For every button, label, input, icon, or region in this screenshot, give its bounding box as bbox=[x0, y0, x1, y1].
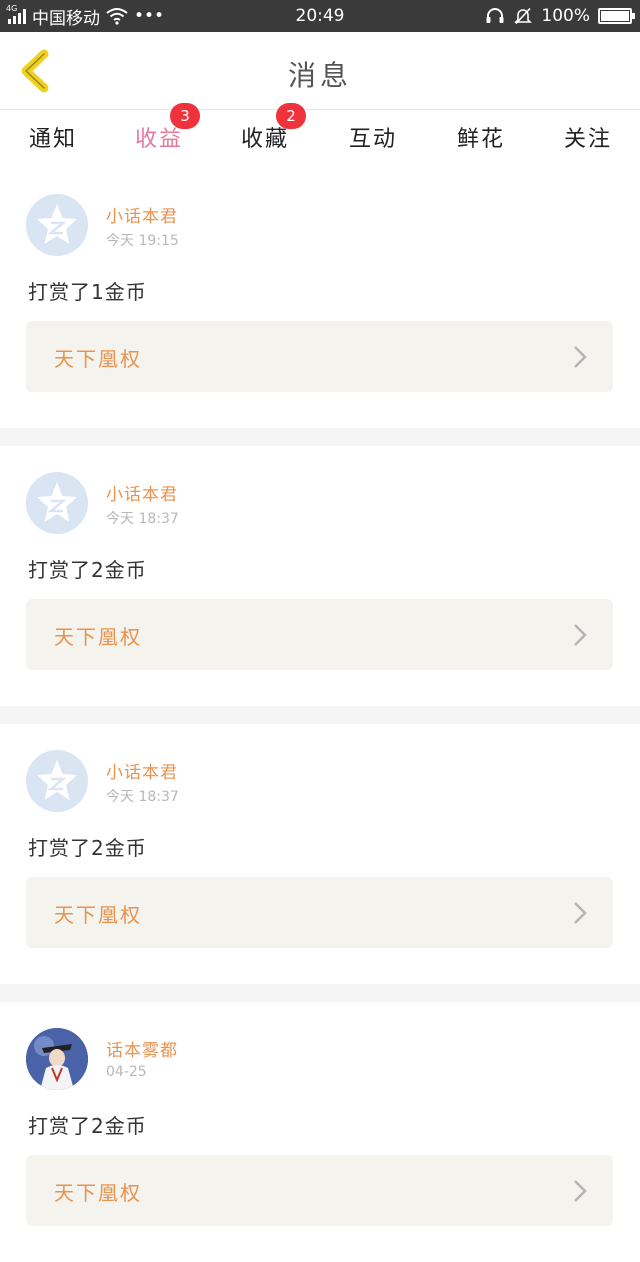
avatar[interactable] bbox=[26, 194, 88, 256]
message-text: 打赏了2金币 bbox=[28, 1114, 147, 1138]
divider bbox=[0, 706, 640, 724]
list-item: 话本雾都 04-25 打赏了2金币 天下凰权 bbox=[0, 1002, 640, 1262]
battery-percent: 100% bbox=[541, 6, 590, 26]
avatar[interactable] bbox=[26, 750, 88, 812]
username-link[interactable]: 小话本君 bbox=[106, 758, 178, 783]
tab-label: 互动 bbox=[348, 127, 397, 152]
tab-bar: 通知 收益 3 收藏 2 互动 鲜花 关注 bbox=[0, 103, 640, 175]
tab-label: 收藏 bbox=[240, 127, 289, 152]
tab-interactions[interactable]: 互动 bbox=[328, 121, 418, 165]
message-text: 打赏了2金币 bbox=[28, 836, 147, 860]
status-bar: 4G 中国移动 ••• 20:49 100% bbox=[0, 0, 640, 32]
list-item: 小话本君 今天 19:15 打赏了1金币 天下凰权 bbox=[0, 168, 640, 428]
unread-badge: 2 bbox=[276, 103, 306, 129]
qzone-star-icon bbox=[26, 194, 88, 256]
book-link[interactable]: 天下凰权 bbox=[26, 599, 613, 670]
list-item: 小话本君 今天 18:37 打赏了2金币 天下凰权 bbox=[0, 446, 640, 706]
chevron-right-icon bbox=[574, 624, 587, 646]
unread-badge: 3 bbox=[170, 103, 200, 129]
user-photo-icon bbox=[26, 1028, 88, 1090]
timestamp: 今天 18:37 bbox=[106, 789, 179, 805]
headset-icon bbox=[486, 8, 504, 23]
bell-muted-icon bbox=[514, 7, 533, 25]
tab-label: 通知 bbox=[28, 127, 77, 152]
list-item: 小话本君 今天 18:37 打赏了2金币 天下凰权 bbox=[0, 724, 640, 984]
chevron-right-icon bbox=[574, 902, 587, 924]
tab-label: 收益 bbox=[134, 127, 183, 152]
tab-flowers[interactable]: 鲜花 bbox=[436, 121, 526, 165]
chevron-right-icon bbox=[574, 346, 587, 368]
book-title: 天下凰权 bbox=[54, 1181, 142, 1205]
tab-notifications[interactable]: 通知 bbox=[8, 121, 98, 165]
timestamp: 04-25 bbox=[106, 1064, 147, 1080]
book-link[interactable]: 天下凰权 bbox=[26, 321, 613, 392]
tab-label: 鲜花 bbox=[456, 127, 505, 152]
book-title: 天下凰权 bbox=[54, 625, 142, 649]
divider bbox=[0, 428, 640, 446]
book-title: 天下凰权 bbox=[54, 903, 142, 927]
avatar[interactable] bbox=[26, 472, 88, 534]
username-link[interactable]: 话本雾都 bbox=[106, 1036, 178, 1061]
username-link[interactable]: 小话本君 bbox=[106, 480, 178, 505]
battery-icon bbox=[598, 8, 635, 24]
tab-favorites[interactable]: 收藏 2 bbox=[220, 103, 310, 165]
avatar[interactable] bbox=[26, 1028, 88, 1090]
timestamp: 今天 19:15 bbox=[106, 233, 179, 249]
chevron-right-icon bbox=[574, 1180, 587, 1202]
qzone-star-icon bbox=[26, 472, 88, 534]
message-text: 打赏了2金币 bbox=[28, 558, 147, 582]
tab-label: 关注 bbox=[563, 127, 612, 152]
message-text: 打赏了1金币 bbox=[28, 280, 147, 304]
message-feed: 小话本君 今天 19:15 打赏了1金币 天下凰权 小话本君 今天 18:37 … bbox=[0, 168, 640, 1262]
page-title: 消息 bbox=[287, 59, 352, 92]
username-link[interactable]: 小话本君 bbox=[106, 202, 178, 227]
nav-bar: 消息 bbox=[0, 32, 640, 110]
tab-earnings[interactable]: 收益 3 bbox=[114, 103, 204, 175]
status-right: 100% bbox=[485, 0, 635, 32]
book-link[interactable]: 天下凰权 bbox=[26, 1155, 613, 1226]
qzone-star-icon bbox=[26, 750, 88, 812]
timestamp: 今天 18:37 bbox=[106, 511, 179, 527]
tab-following[interactable]: 关注 bbox=[543, 121, 633, 165]
divider bbox=[0, 984, 640, 1002]
book-title: 天下凰权 bbox=[54, 347, 142, 371]
book-link[interactable]: 天下凰权 bbox=[26, 877, 613, 948]
